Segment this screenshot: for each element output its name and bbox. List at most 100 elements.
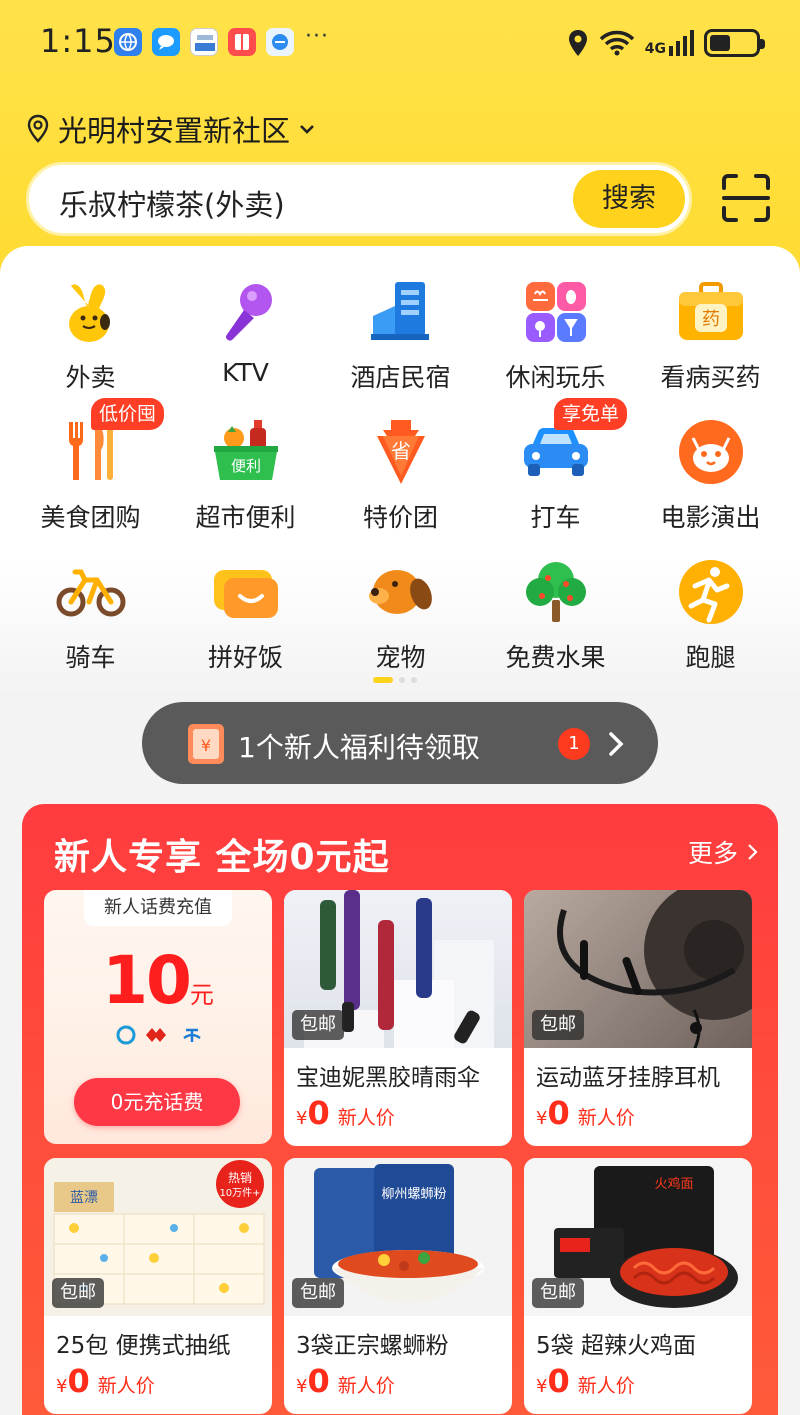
new-user-benefit-banner[interactable]: ¥ 1个新人福利待领取 1	[142, 702, 658, 784]
location-selector[interactable]: 光明村安置新社区	[26, 108, 316, 150]
battery-icon	[704, 29, 765, 57]
promo-tag: 享免单	[554, 398, 628, 430]
category-movies[interactable]: 电影演出	[633, 416, 788, 536]
discount-icon: 省	[377, 420, 425, 484]
page-dot-active	[373, 677, 393, 683]
battery-level	[710, 35, 730, 51]
product-card[interactable]: 包邮 运动蓝牙挂脖耳机 ¥0 新人价	[524, 890, 752, 1146]
category-label: 跑腿	[685, 643, 736, 672]
category-free-fruit[interactable]: 免费水果	[478, 556, 633, 676]
recharge-amount: 10元	[44, 942, 272, 1019]
category-ktv[interactable]: KTV	[168, 276, 323, 396]
free-shipping-tag: 包邮	[532, 1278, 584, 1308]
promo-title: 新人专享 全场0元起	[54, 837, 390, 878]
category-errand[interactable]: 跑腿	[633, 556, 788, 676]
product-card[interactable]: 柳州螺蛳粉 包邮 3袋正宗螺蛳粉 ¥0 新人价	[284, 1158, 512, 1414]
recharge-button[interactable]: 0元充话费	[74, 1078, 240, 1126]
category-taxi[interactable]: 享免单 打车	[478, 398, 633, 536]
category-label: 打车	[530, 503, 581, 532]
smile-box-icon	[214, 570, 278, 618]
price-currency: ¥	[536, 1376, 548, 1397]
hot-sale-sticker-line1: 热销	[228, 1171, 252, 1185]
status-more-dots: ···	[305, 24, 329, 49]
voucher-symbol: ¥	[201, 736, 211, 755]
free-shipping-tag: 包邮	[292, 1278, 344, 1308]
noodle-package-text: 柳州螺蛳粉	[381, 1187, 446, 1202]
takeout-icon	[69, 284, 110, 342]
product-name: 25包 便携式抽纸	[56, 1333, 231, 1359]
category-group-meal[interactable]: 拼好饭	[168, 556, 323, 676]
scan-icon[interactable]	[718, 170, 774, 226]
category-grid: 外卖 KTV 酒店民宿 休闲玩乐 药 看病买药 低价囤 美食团购 便利 超市便利…	[0, 246, 800, 696]
product-price: ¥0 新人价	[536, 1362, 635, 1400]
category-label: 特价团	[362, 503, 438, 532]
price-label: 新人价	[337, 1375, 395, 1397]
network-type: 4G	[644, 41, 666, 57]
category-food-deals[interactable]: 低价囤 美食团购	[13, 398, 168, 536]
product-card[interactable]: 火鸡面 包邮 5袋 超辣火鸡面 ¥0 新人价	[524, 1158, 752, 1414]
recharge-amount-unit: 元	[189, 981, 214, 1009]
hotel-icon	[371, 282, 429, 340]
recharge-title: 新人话费充值	[84, 890, 232, 926]
price-value: 0	[307, 1362, 330, 1400]
price-currency: ¥	[296, 1376, 308, 1397]
category-medicine[interactable]: 药 看病买药	[633, 276, 788, 396]
location-pin-icon	[568, 30, 587, 56]
product-name: 5袋 超辣火鸡面	[536, 1333, 696, 1359]
product-price: ¥0 新人价	[296, 1362, 395, 1400]
grocery-basket-icon: 便利	[214, 420, 278, 480]
product-name: 宝迪妮黑胶晴雨伞	[296, 1065, 480, 1091]
microphone-icon	[225, 284, 272, 341]
tree-icon	[526, 562, 586, 622]
category-special-group[interactable]: 省 特价团	[323, 416, 478, 536]
fire-noodle-package-text: 火鸡面	[654, 1176, 693, 1192]
signal-icon: 4G	[645, 30, 694, 56]
category-takeout[interactable]: 外卖	[13, 276, 168, 396]
voucher-icon: ¥	[188, 724, 224, 764]
status-bar: 1:15 ··· 4G	[0, 0, 800, 86]
page-dot	[399, 677, 405, 683]
search-input[interactable]: 乐叔柠檬茶(外卖) 搜索	[26, 162, 692, 236]
product-price: ¥0 新人价	[56, 1362, 155, 1400]
page-indicator	[373, 677, 417, 683]
more-link[interactable]: 更多	[688, 834, 758, 870]
category-pets[interactable]: 宠物	[323, 556, 478, 676]
phone-recharge-card[interactable]: 新人话费充值 10元 0元充话费	[44, 890, 272, 1144]
category-supermarket[interactable]: 便利 超市便利	[168, 416, 323, 536]
free-shipping-tag: 包邮	[532, 1010, 584, 1040]
runner-icon	[679, 560, 743, 624]
cat-face-icon	[679, 420, 743, 484]
price-value: 0	[547, 1362, 570, 1400]
price-label: 新人价	[577, 1107, 635, 1129]
status-time: 1:15	[40, 22, 116, 60]
promo-tag: 低价囤	[91, 398, 165, 430]
browser-app-icon	[266, 28, 294, 56]
price-label: 新人价	[97, 1375, 155, 1397]
wifi-icon	[599, 30, 634, 56]
category-hotel[interactable]: 酒店民宿	[323, 276, 478, 396]
new-user-promo-section: 新人专享 全场0元起 更多 新人话费充值 10元 0元充话费 包邮 宝迪妮黑胶晴…	[22, 804, 778, 1415]
category-leisure[interactable]: 休闲玩乐	[478, 276, 633, 396]
search-button[interactable]: 搜索	[573, 170, 685, 228]
price-label: 新人价	[577, 1375, 635, 1397]
more-label: 更多	[688, 839, 739, 868]
location-label: 光明村安置新社区	[58, 114, 291, 148]
recharge-amount-value: 10	[102, 942, 192, 1019]
category-label: 骑车	[65, 643, 116, 672]
price-label: 新人价	[337, 1107, 395, 1129]
product-card[interactable]: 蓝漂 热销 10万件+ 包邮 25包 便携式抽纸 ¥0 新人价	[44, 1158, 272, 1414]
category-label: 宠物	[375, 643, 426, 672]
chevron-right-icon	[609, 732, 624, 756]
free-shipping-tag: 包邮	[52, 1278, 104, 1308]
product-card[interactable]: 包邮 宝迪妮黑胶晴雨伞 ¥0 新人价	[284, 890, 512, 1146]
page-dot	[411, 677, 417, 683]
location-pin-icon	[27, 114, 49, 143]
medicine-badge-text: 药	[702, 309, 720, 330]
category-label: 美食团购	[40, 503, 141, 532]
tissue-brand-text: 蓝漂	[70, 1190, 98, 1206]
category-label: 电影演出	[660, 503, 761, 532]
dog-icon	[369, 570, 432, 614]
price-currency: ¥	[536, 1108, 548, 1129]
status-indicators: 4G	[567, 24, 765, 62]
category-bike[interactable]: 骑车	[13, 556, 168, 676]
